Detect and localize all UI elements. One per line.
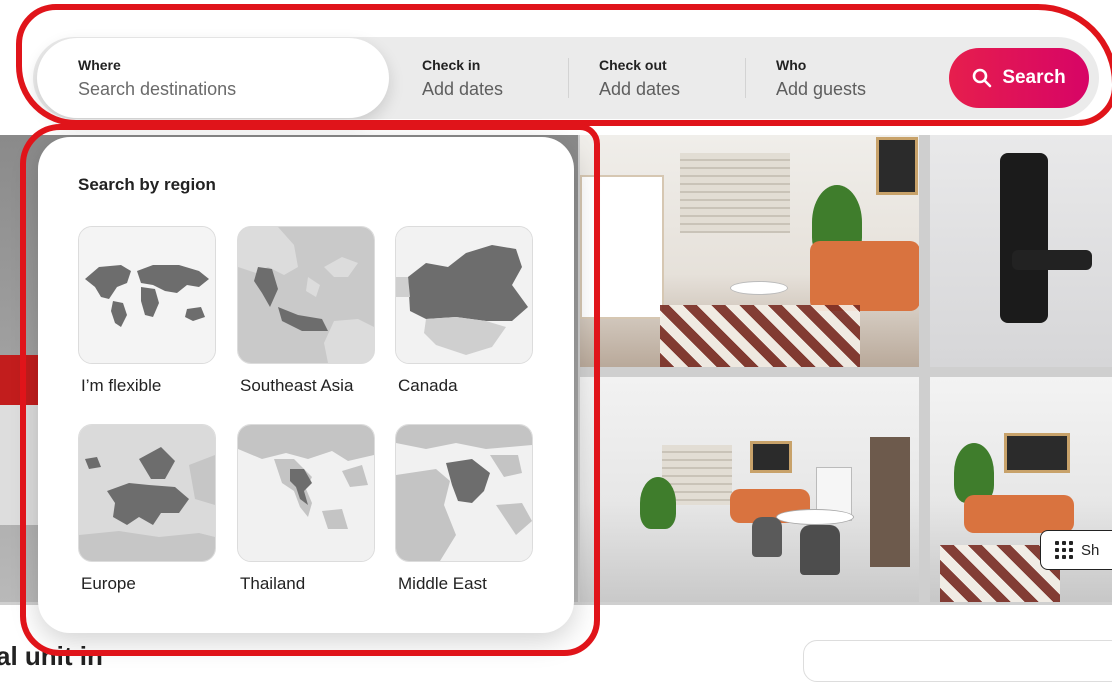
region-option-middle-east[interactable]: Middle East <box>395 424 533 594</box>
booking-card <box>803 640 1112 682</box>
region-dropdown: Search by region I’m flexible Southeast … <box>38 137 574 633</box>
checkout-label: Check out <box>599 57 667 73</box>
where-label: Where <box>78 57 121 73</box>
search-button[interactable]: Search <box>949 48 1089 108</box>
region-option-southeast-asia[interactable]: Southeast Asia <box>237 226 375 396</box>
region-option-thailand[interactable]: Thailand <box>237 424 375 594</box>
listing-photo-dining-area[interactable] <box>580 377 919 602</box>
region-option-flexible[interactable]: I’m flexible <box>78 226 216 396</box>
where-input[interactable]: Search destinations <box>78 79 236 100</box>
region-label: Europe <box>81 574 136 593</box>
thailand-map-icon <box>237 424 375 562</box>
region-label: Southeast Asia <box>240 376 354 395</box>
checkout-value: Add dates <box>599 79 681 99</box>
region-label: Thailand <box>240 574 306 593</box>
europe-map-icon <box>78 424 216 562</box>
region-option-canada[interactable]: Canada <box>395 226 533 396</box>
checkin-field[interactable]: Check in Add dates <box>404 38 568 118</box>
where-field[interactable]: Where Search destinations <box>37 38 389 118</box>
divider <box>745 58 746 98</box>
canada-map-icon <box>395 226 533 364</box>
who-field[interactable]: Who Add guests <box>757 38 937 118</box>
show-all-photos-button[interactable]: Sh <box>1040 530 1112 570</box>
checkin-value: Add dates <box>422 79 504 99</box>
region-label: Middle East <box>398 574 487 593</box>
world-map-icon <box>78 226 216 364</box>
show-all-photos-label: Sh <box>1081 541 1100 559</box>
southeast-asia-map-icon <box>237 226 375 364</box>
listing-title: al unit in <box>0 641 103 671</box>
divider <box>568 58 569 98</box>
region-panel-title: Search by region <box>78 175 216 194</box>
region-option-europe[interactable]: Europe <box>78 424 216 594</box>
listing-photo-smart-lock[interactable] <box>930 135 1112 367</box>
checkout-field[interactable]: Check out Add dates <box>580 38 744 118</box>
grid-icon <box>1055 541 1073 559</box>
region-label: I’m flexible <box>81 376 162 395</box>
region-label: Canada <box>398 376 458 395</box>
search-icon <box>973 68 992 88</box>
checkin-label: Check in <box>422 57 481 73</box>
search-button-label: Search <box>1002 67 1066 88</box>
middle-east-map-icon <box>395 424 533 562</box>
listing-photo-living-room[interactable] <box>580 135 919 367</box>
who-label: Who <box>776 57 807 73</box>
who-value: Add guests <box>776 79 867 99</box>
